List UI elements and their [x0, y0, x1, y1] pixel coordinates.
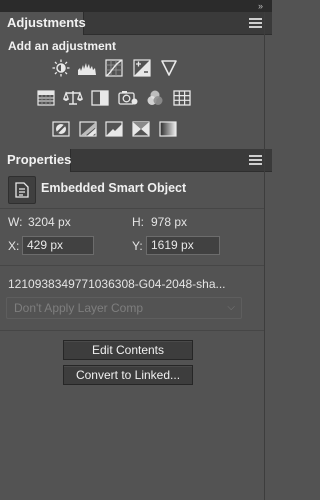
height-value: 978 px: [151, 215, 188, 229]
invert-icon[interactable]: [51, 119, 71, 139]
collapse-panels-icon[interactable]: ››: [258, 0, 263, 12]
hue-saturation-icon[interactable]: [36, 88, 56, 108]
gradient-map-icon[interactable]: [158, 119, 178, 139]
brightness-contrast-icon[interactable]: [51, 58, 71, 78]
convert-to-linked-button[interactable]: Convert to Linked...: [63, 365, 193, 385]
separator: [0, 330, 264, 331]
smart-object-icon: [8, 176, 36, 204]
source-filename: 1210938349771036308-G04-2048-sha...: [8, 277, 226, 291]
edit-contents-button[interactable]: Edit Contents: [63, 340, 193, 360]
panel-edge: [264, 12, 265, 500]
posterize-icon[interactable]: [78, 119, 98, 139]
tab-adjustments[interactable]: Adjustments: [0, 12, 86, 35]
selective-color-icon[interactable]: [131, 119, 151, 139]
photo-filter-icon[interactable]: [118, 88, 138, 108]
x-position-field[interactable]: 429 px: [22, 236, 94, 255]
layer-comp-value: Don't Apply Layer Comp: [14, 301, 144, 315]
tab-properties[interactable]: Properties: [0, 149, 71, 172]
chevron-down-icon: ⌵: [227, 302, 235, 313]
adjustments-tabbar: Adjustments: [0, 12, 272, 35]
separator: [0, 265, 264, 266]
y-position-field[interactable]: 1619 px: [146, 236, 220, 255]
panel-menu-icon[interactable]: [249, 18, 262, 28]
black-white-icon[interactable]: [90, 88, 110, 108]
panel-dock-strip: ››: [0, 0, 272, 12]
properties-title: Embedded Smart Object: [41, 181, 187, 195]
levels-icon[interactable]: [77, 58, 97, 78]
vibrance-icon[interactable]: [159, 58, 179, 78]
width-value: 3204 px: [28, 215, 71, 229]
channel-mixer-icon[interactable]: [145, 88, 165, 108]
height-label: H:: [132, 215, 144, 229]
curves-icon[interactable]: [104, 58, 124, 78]
width-label: W:: [8, 215, 23, 229]
add-adjustment-label: Add an adjustment: [8, 39, 117, 53]
layer-comp-select[interactable]: Don't Apply Layer Comp ⌵: [6, 297, 242, 319]
color-lookup-icon[interactable]: [172, 88, 192, 108]
exposure-icon[interactable]: [132, 58, 152, 78]
panel-menu-icon[interactable]: [249, 155, 262, 165]
properties-tabbar: Properties: [0, 149, 272, 172]
x-label: X:: [8, 239, 20, 253]
y-label: Y:: [132, 239, 143, 253]
color-balance-icon[interactable]: [63, 88, 83, 108]
separator: [0, 208, 264, 209]
threshold-icon[interactable]: [104, 119, 124, 139]
